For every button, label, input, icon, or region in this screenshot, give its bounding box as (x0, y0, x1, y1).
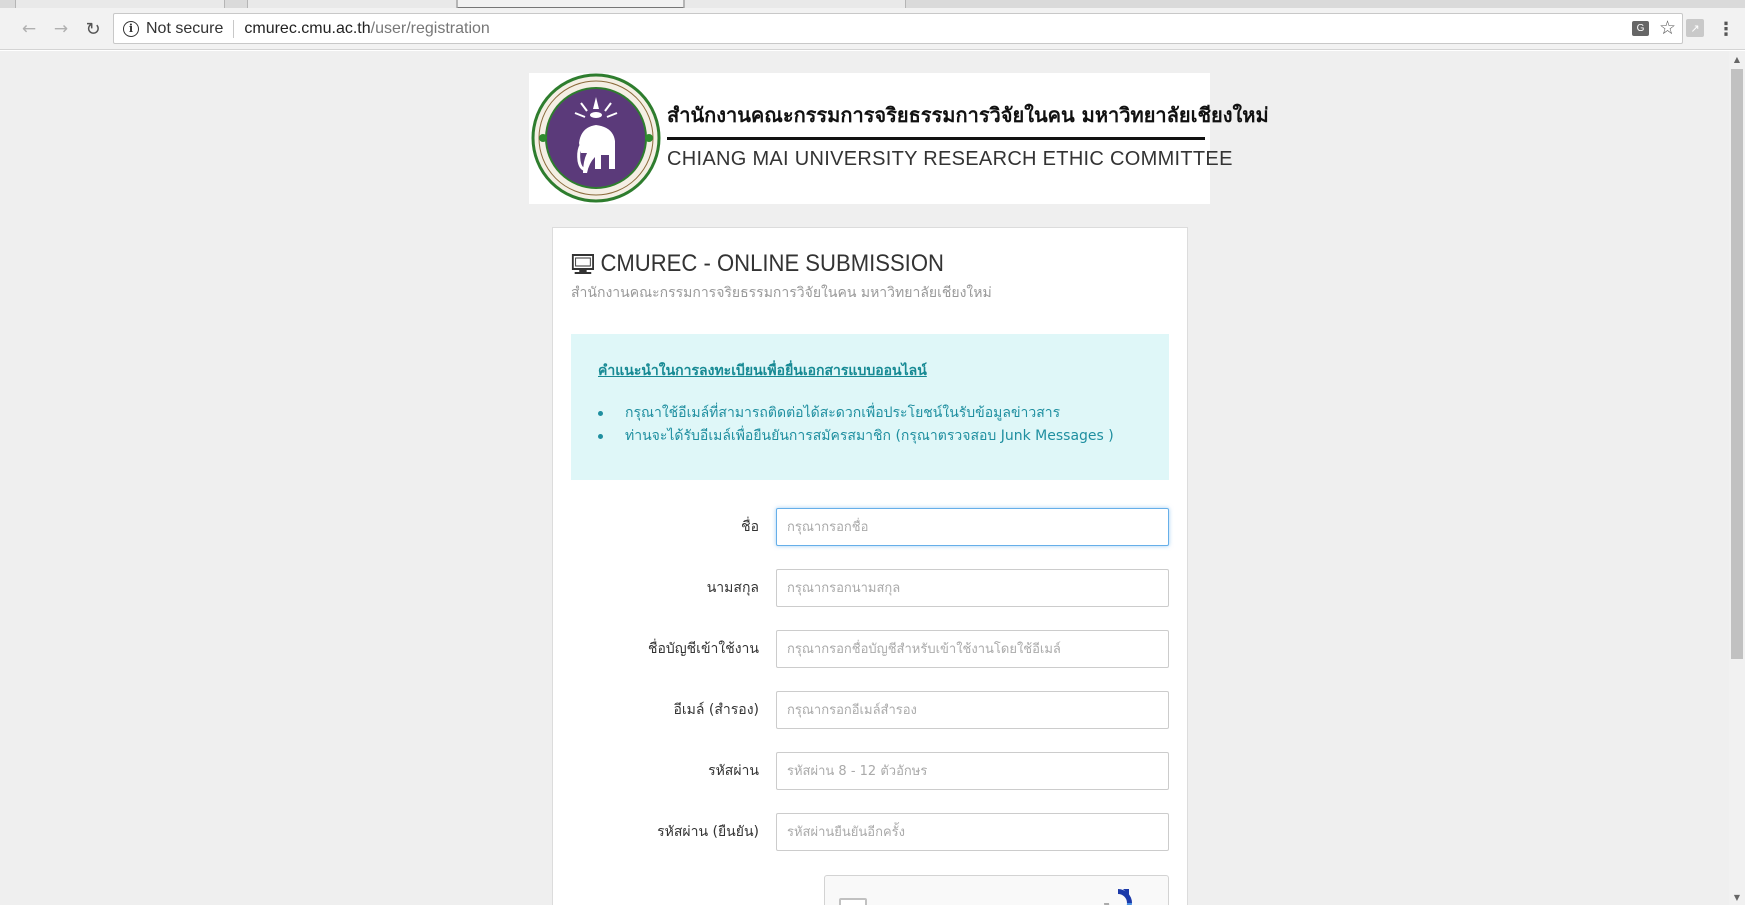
alt-email-row: อีเมล์ (สำรอง) (571, 691, 1169, 729)
password-confirm-input[interactable] (776, 813, 1169, 851)
alert-heading: คำแนะนำในการลงทะเบียนเพื่อยื่นเอกสารแบบอ… (598, 363, 927, 379)
browser-toolbar: ← → ↻ i Not secure cmurec.cmu.ac.th/user… (0, 8, 1745, 50)
reload-icon[interactable]: ↻ (82, 18, 104, 40)
first-name-input[interactable] (776, 508, 1169, 546)
header-banner: สำนักงานคณะกรรมการจริยธรรมการวิจัยในคน ม… (529, 73, 1269, 204)
university-seal-logo (531, 73, 661, 203)
browser-tab[interactable] (684, 0, 906, 8)
password-label: รหัสผ่าน (708, 763, 759, 779)
browser-tab[interactable] (15, 0, 225, 8)
alt-email-label: อีเมล์ (สำรอง) (673, 702, 759, 718)
last-name-label: นามสกุล (706, 580, 759, 596)
username-input[interactable] (776, 630, 1169, 668)
alert-item: ท่านจะได้รับอีเมล์เพื่อยืนยันการสมัครสมา… (598, 425, 1114, 448)
scroll-up-arrow-icon[interactable]: ▲ (1729, 51, 1745, 67)
card-title-text: CMUREC - ONLINE SUBMISSION (600, 250, 944, 277)
omnibox-actions: G ☆ (1631, 17, 1676, 40)
registration-card: CMUREC - ONLINE SUBMISSION สำนักงานคณะกร… (552, 227, 1188, 905)
translate-icon[interactable]: G (1631, 21, 1649, 36)
url-host[interactable]: cmurec.cmu.ac.th (244, 20, 370, 38)
scrollbar-thumb[interactable] (1731, 69, 1743, 659)
first-name-row: ชื่อ (571, 508, 1169, 546)
omnibox-divider (233, 19, 235, 38)
banner-thai-title: สำนักงานคณะกรรมการจริยธรรมการวิจัยในคน ม… (667, 103, 1269, 127)
browser-tab[interactable] (247, 0, 457, 8)
recaptcha-widget (824, 875, 1169, 905)
bullet-icon (598, 411, 603, 416)
alt-email-input[interactable] (776, 691, 1169, 729)
monitor-icon (571, 254, 595, 274)
back-icon[interactable]: ← (18, 18, 40, 40)
alert-item: กรุณาใช้อีเมล์ที่สามารถติดต่อได้สะดวกเพื… (598, 402, 1114, 425)
password-confirm-row: รหัสผ่าน (ยืนยัน) (571, 813, 1169, 851)
username-label: ชื่อบัญชีเข้าใช้งาน (647, 641, 759, 657)
star-icon[interactable]: ☆ (1659, 17, 1676, 40)
alert-item-text: กรุณาใช้อีเมล์ที่สามารถติดต่อได้สะดวกเพื… (625, 405, 1061, 421)
password-row: รหัสผ่าน (571, 752, 1169, 790)
first-name-label: ชื่อ (741, 519, 759, 535)
security-status[interactable]: Not secure (146, 20, 223, 38)
alert-list: กรุณาใช้อีเมล์ที่สามารถติดต่อได้สะดวกเพื… (598, 402, 1114, 448)
url-path[interactable]: /user/registration (371, 20, 490, 38)
last-name-row: นามสกุล (571, 569, 1169, 607)
password-input[interactable] (776, 752, 1169, 790)
info-icon[interactable]: i (123, 20, 139, 37)
kebab-menu-icon[interactable]: ⋮ (1717, 18, 1735, 40)
card-title: CMUREC - ONLINE SUBMISSION (571, 250, 944, 278)
browser-tab-active[interactable] (457, 0, 684, 8)
recaptcha-logo-icon (1104, 889, 1132, 905)
tab-strip (0, 0, 1745, 8)
bullet-icon (598, 434, 603, 439)
page-viewport: สำนักงานคณะกรรมการจริยธรรมการวิจัยในคน ม… (0, 51, 1729, 905)
forward-icon[interactable]: → (50, 18, 72, 40)
banner-divider (667, 137, 1205, 140)
page-scrollbar[interactable]: ▲ ▼ (1729, 51, 1745, 905)
instruction-alert: คำแนะนำในการลงทะเบียนเพื่อยื่นเอกสารแบบอ… (571, 334, 1169, 480)
password-confirm-label: รหัสผ่าน (ยืนยัน) (657, 824, 759, 840)
last-name-input[interactable] (776, 569, 1169, 607)
username-row: ชื่อบัญชีเข้าใช้งาน (571, 630, 1169, 668)
address-bar[interactable]: i Not secure cmurec.cmu.ac.th/user/regis… (113, 13, 1683, 44)
recaptcha-checkbox[interactable] (839, 898, 867, 905)
alert-item-text: ท่านจะได้รับอีเมล์เพื่อยืนยันการสมัครสมา… (625, 428, 1114, 444)
scroll-down-arrow-icon[interactable]: ▼ (1729, 889, 1745, 905)
pdf-extension-icon[interactable]: ↗ (1686, 19, 1704, 37)
banner-english-title: CHIANG MAI UNIVERSITY RESEARCH ETHIC COM… (667, 148, 1233, 170)
card-subtitle: สำนักงานคณะกรรมการจริยธรรมการวิจัยในคน ม… (571, 285, 992, 301)
